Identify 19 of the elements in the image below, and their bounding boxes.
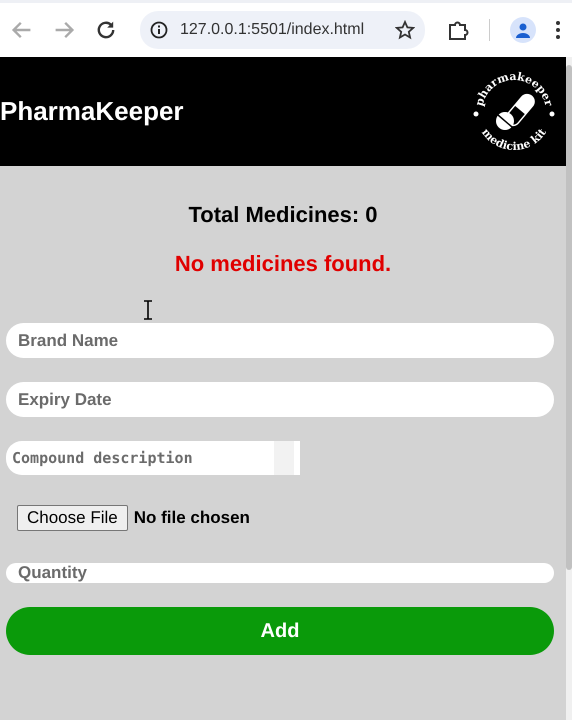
total-count: Total Medicines: 0 (188, 202, 378, 228)
scrollbar-thumb[interactable] (566, 65, 572, 570)
file-status: No file chosen (134, 508, 250, 528)
text-field[interactable]: Brand Name (6, 323, 554, 358)
puzzle-icon[interactable] (447, 19, 469, 41)
info-icon[interactable] (150, 21, 168, 39)
empty-message: No medicines found. (174, 251, 392, 277)
choose-file-button[interactable]: Choose File (17, 505, 128, 531)
menu-icon[interactable] (556, 21, 560, 39)
text-field[interactable]: Expiry Date (6, 382, 554, 417)
quantity-field[interactable]: Quantity (6, 563, 554, 583)
add-button[interactable]: Add (6, 607, 554, 655)
star-icon[interactable] (395, 20, 415, 40)
text-cursor-icon (143, 300, 153, 320)
url-text: 127.0.0.1:5501/index.html (180, 21, 366, 39)
profile-icon[interactable] (510, 17, 536, 43)
address-bar[interactable]: 127.0.0.1:5501/index.html (140, 11, 425, 49)
description-field[interactable]: Compound description (6, 441, 300, 475)
app-title: PharmaKeeper (0, 96, 184, 127)
